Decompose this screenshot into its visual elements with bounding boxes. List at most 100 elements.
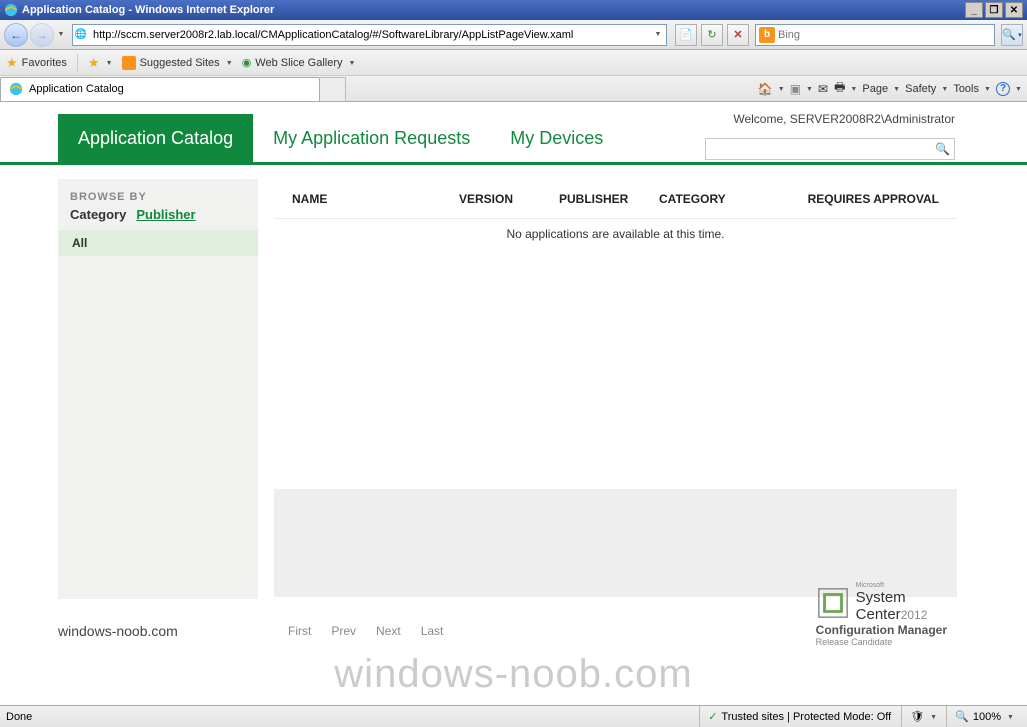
status-protected-dropdown[interactable]: 🛡▼ <box>901 706 944 727</box>
safety-label: Safety <box>905 83 936 95</box>
command-bar: Application Catalog 🏠▼ ▣▼ ✉ 🖶▼ Page▼ Saf… <box>0 76 1027 102</box>
tools-label: Tools <box>953 83 979 95</box>
filter-publisher[interactable]: Publisher <box>136 207 195 222</box>
star-icon: ★ <box>6 55 18 71</box>
browse-by-label: BROWSE BY <box>70 191 258 203</box>
tab-my-requests[interactable]: My Application Requests <box>253 114 490 162</box>
window-title: Application Catalog - Windows Internet E… <box>22 4 274 16</box>
tab-title: Application Catalog <box>29 83 124 95</box>
stop-button[interactable]: ✕ <box>727 24 749 46</box>
rc-label: Release Candidate <box>816 637 947 647</box>
pager-next[interactable]: Next <box>376 624 401 638</box>
maximize-button[interactable]: ❐ <box>985 2 1003 18</box>
suggested-sites-label: Suggested Sites <box>140 57 220 69</box>
address-bar[interactable]: 🌐 ▼ <box>72 24 667 46</box>
search-input[interactable] <box>778 25 994 45</box>
zone-text: Trusted sites | Protected Mode: Off <box>721 711 891 723</box>
sc-label: System Center <box>856 589 906 623</box>
star-plus-icon: ★ <box>88 55 100 71</box>
col-publisher[interactable]: PUBLISHER <box>559 192 659 206</box>
search-button[interactable]: 🔍▾ <box>1001 24 1023 46</box>
status-text: Done <box>6 711 697 723</box>
tab-application-catalog[interactable]: Application Catalog <box>58 114 253 162</box>
minimize-button[interactable]: _ <box>965 2 983 18</box>
page-content: Welcome, SERVER2008R2\Administrator Appl… <box>0 102 1027 705</box>
window-titlebar: Application Catalog - Windows Internet E… <box>0 0 1027 20</box>
mail-icon: ✉ <box>818 82 828 96</box>
suggested-sites-button[interactable]: Suggested Sites ▼ <box>122 56 232 70</box>
catalog-search[interactable]: 🔍 <box>705 138 955 160</box>
safety-menu[interactable]: Safety▼ <box>905 83 947 95</box>
chevron-down-icon: ▼ <box>349 60 355 66</box>
status-zone[interactable]: ✓ Trusted sites | Protected Mode: Off <box>699 706 899 727</box>
tab-my-devices[interactable]: My Devices <box>490 114 623 162</box>
add-to-favbar-button[interactable]: ★▼ <box>88 55 112 71</box>
page-menu[interactable]: Page▼ <box>862 83 899 95</box>
zoom-control[interactable]: 🔍100%▼ <box>946 706 1021 727</box>
favorites-label: Favorites <box>22 57 67 69</box>
zoom-icon: 🔍 <box>955 710 969 723</box>
welcome-text: Welcome, SERVER2008R2\Administrator <box>733 112 955 126</box>
col-version[interactable]: VERSION <box>459 192 559 206</box>
chevron-down-icon: ▼ <box>226 60 232 66</box>
help-icon: ? <box>996 82 1010 96</box>
pager-first[interactable]: First <box>288 624 311 638</box>
home-button[interactable]: 🏠▼ <box>758 82 784 96</box>
category-all[interactable]: All <box>58 230 258 256</box>
url-dropdown[interactable]: ▼ <box>650 31 666 38</box>
page-label: Page <box>862 83 888 95</box>
browser-tab[interactable]: Application Catalog <box>0 77 320 101</box>
close-button[interactable]: ✕ <box>1005 2 1023 18</box>
web-slice-icon: ◉ <box>242 56 252 69</box>
pager-last[interactable]: Last <box>421 624 444 638</box>
print-button[interactable]: 🖶▼ <box>834 78 856 99</box>
rss-icon: ▣ <box>790 82 801 96</box>
print-icon: 🖶 <box>834 78 845 99</box>
table-header: NAME VERSION PUBLISHER CATEGORY REQUIRES… <box>274 179 957 219</box>
status-bar: Done ✓ Trusted sites | Protected Mode: Of… <box>0 705 1027 727</box>
brand-text: windows-noob.com <box>58 623 258 639</box>
url-input[interactable] <box>89 25 650 45</box>
product-logo: Microsoft System Center2012 Configuratio… <box>816 582 947 647</box>
bing-icon: b <box>759 27 775 43</box>
ie-icon <box>9 82 23 96</box>
pager-prev[interactable]: Prev <box>331 624 356 638</box>
forward-button[interactable]: → <box>30 23 54 47</box>
page-icon: 🌐 <box>73 29 89 40</box>
shield-icon: 🛡 <box>910 710 924 723</box>
empty-message: No applications are available at this ti… <box>274 219 957 241</box>
search-icon[interactable]: 🔍 <box>935 142 950 156</box>
application-list: NAME VERSION PUBLISHER CATEGORY REQUIRES… <box>274 179 957 599</box>
new-tab-button[interactable] <box>320 77 346 101</box>
sidebar: BROWSE BY Category Publisher All <box>58 179 258 599</box>
catalog-search-input[interactable] <box>710 143 935 155</box>
back-button[interactable]: ← <box>4 23 28 47</box>
col-category[interactable]: CATEGORY <box>659 192 769 206</box>
details-pane <box>274 489 957 597</box>
cm-label: Configuration Manager <box>816 623 947 637</box>
search-box[interactable]: b <box>755 24 995 46</box>
tools-menu[interactable]: Tools▼ <box>953 83 990 95</box>
feeds-button[interactable]: ▣▼ <box>790 82 812 96</box>
filter-category[interactable]: Category <box>70 207 126 222</box>
favorites-bar: ★Favorites ★▼ Suggested Sites▼ ◉Web Slic… <box>0 50 1027 76</box>
refresh-button[interactable]: ↻ <box>701 24 723 46</box>
ie-icon <box>4 3 18 17</box>
chevron-down-icon: ▼ <box>106 60 112 66</box>
read-mail-button[interactable]: ✉ <box>818 82 828 96</box>
pager: First Prev Next Last <box>288 624 443 638</box>
web-slice-button[interactable]: ◉Web Slice Gallery ▼ <box>242 56 355 69</box>
checkmark-icon: ✓ <box>708 710 717 723</box>
systemcenter-icon <box>816 586 850 620</box>
col-name[interactable]: NAME <box>292 192 459 206</box>
zoom-value: 100% <box>973 711 1001 723</box>
compat-view-button[interactable]: 📄 <box>675 24 697 46</box>
recent-pages-dropdown[interactable]: ▼ <box>56 25 66 45</box>
web-slice-label: Web Slice Gallery <box>255 57 342 69</box>
favorites-button[interactable]: ★ Favorites <box>6 55 67 71</box>
help-button[interactable]: ?▼ <box>996 82 1021 96</box>
page-footer: windows-noob.com First Prev Next Last Mi… <box>0 599 1027 639</box>
suggested-sites-icon <box>122 56 136 70</box>
col-requires-approval[interactable]: REQUIRES APPROVAL <box>769 192 939 206</box>
year-label: 2012 <box>901 608 928 622</box>
